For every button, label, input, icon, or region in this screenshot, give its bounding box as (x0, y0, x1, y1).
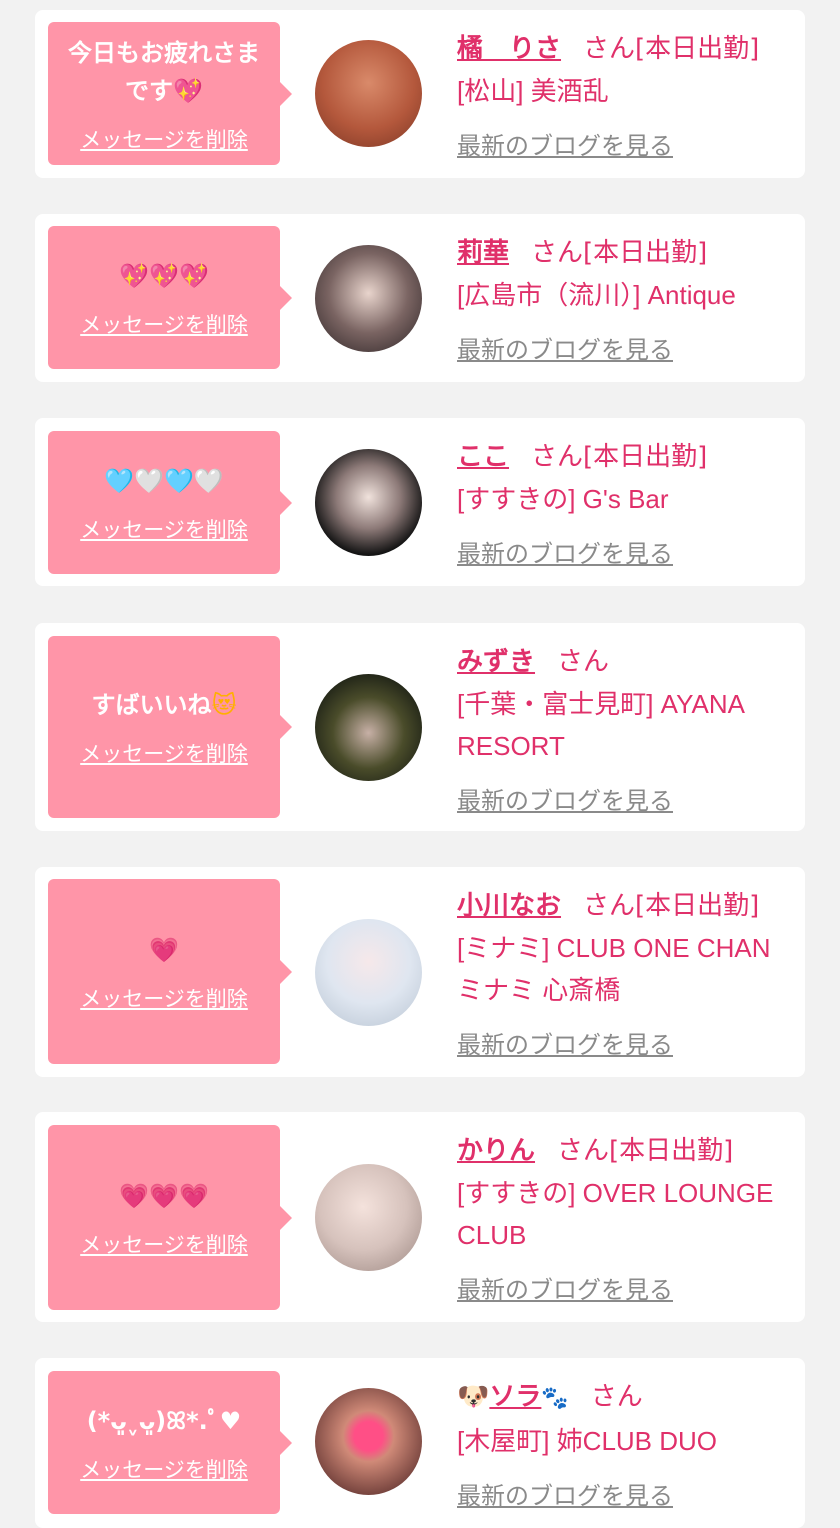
message-card: 💖💖💖 メッセージを削除 莉華 さん[本日出勤] [広島市（流川）] Antiqu… (35, 214, 805, 382)
shop-label: [木屋町] 姉CLUB DUO (457, 1426, 718, 1456)
message-bubble: 🩵🤍🩵🤍 メッセージを削除 (48, 431, 292, 574)
name-line: 莉華 さん[本日出勤] (457, 232, 793, 274)
shop-label: [すすきの] OVER LOUNGE CLUB (457, 1178, 774, 1250)
delete-message-link[interactable]: メッセージを削除 (80, 1229, 248, 1259)
message-text-body: (*ᴗ͈ˬᴗ͈)ꕤ*.ﾟ (86, 1406, 220, 1435)
san-label: さん (531, 442, 584, 472)
san-label: さん (583, 34, 636, 64)
message-bubble: 💗 メッセージを削除 (48, 879, 292, 1064)
message-card: (*ᴗ͈ˬᴗ͈)ꕤ*.ﾟ♥ メッセージを削除 🐶ソラ🐾 さん [木屋町] 姉CLU… (35, 1358, 805, 1528)
heart-icon: ♥ (219, 1406, 242, 1435)
pink-heart-icon: 💗💗💗 (119, 1181, 209, 1210)
avatar[interactable] (315, 674, 422, 781)
cast-info: 🐶ソラ🐾 さん [木屋町] 姉CLUB DUO 最新のブログを見る (457, 1376, 793, 1511)
cast-name-link[interactable]: 小川なお (457, 891, 561, 921)
message-card: 💗 メッセージを削除 小川なお さん[本日出勤] [ミナミ] CLUB ONE C… (35, 867, 805, 1077)
avatar[interactable] (315, 1388, 422, 1495)
message-text: (*ᴗ͈ˬᴗ͈)ꕤ*.ﾟ♥ (87, 1402, 242, 1440)
message-text-body: すばいいね (91, 691, 212, 719)
message-card: 💗💗💗 メッセージを削除 かりん さん[本日出勤] [すすきの] OVER LOU… (35, 1112, 805, 1322)
cast-name-link[interactable]: かりん (457, 1136, 535, 1166)
latest-blog-link[interactable]: 最新のブログを見る (457, 1476, 673, 1511)
cast-info: 莉華 さん[本日出勤] [広島市（流川）] Antique 最新のブログを見る (457, 232, 793, 365)
message-card: すばいいね😻 メッセージを削除 みずき さん [千葉・富士見町] AYANA RE… (35, 623, 805, 831)
latest-blog-link[interactable]: 最新のブログを見る (457, 781, 673, 816)
shop-label: [すすきの] G's Bar (457, 484, 669, 514)
shop-label: [ミナミ] CLUB ONE CHAN ミナミ 心斎橋 (457, 933, 771, 1005)
sparkling-heart-icon: 💖 (173, 76, 203, 105)
message-text: 💗💗💗 (119, 1177, 209, 1215)
message-bubble: すばいいね😻 メッセージを削除 (48, 636, 292, 818)
latest-blog-link[interactable]: 最新のブログを見る (457, 330, 673, 365)
san-label: さん (531, 238, 584, 268)
message-bubble: 今日もお疲れさまです💖 メッセージを削除 (48, 22, 292, 165)
shop-label: [千葉・富士見町] AYANA RESORT (457, 689, 744, 761)
status-label: [本日出勤] (635, 891, 760, 921)
heart-eyes-cat-icon: 😻 (211, 691, 237, 719)
delete-message-link[interactable]: メッセージを削除 (80, 514, 248, 544)
status-label: [本日出勤] (635, 34, 760, 64)
sparkling-heart-icon: 💖💖💖 (119, 261, 209, 290)
message-text: 🩵🤍🩵🤍 (104, 462, 224, 500)
message-text: 💖💖💖 (119, 257, 209, 295)
cast-info: 橘 りさ さん[本日出勤] [松山] 美酒乱 最新のブログを見る (457, 28, 793, 161)
name-line: 🐶ソラ🐾 さん (457, 1376, 793, 1420)
avatar[interactable] (315, 245, 422, 352)
avatar[interactable] (315, 40, 422, 147)
name-line: ここ さん[本日出勤] (457, 436, 793, 478)
avatar[interactable] (315, 1164, 422, 1271)
message-list: 今日もお疲れさまです💖 メッセージを削除 橘 りさ さん[本日出勤] [松山] 美… (0, 0, 840, 1528)
name-line: 小川なお さん[本日出勤] (457, 885, 793, 927)
cast-name-link[interactable]: ここ (457, 442, 509, 472)
cast-info: 小川なお さん[本日出勤] [ミナミ] CLUB ONE CHAN ミナミ 心斎橋… (457, 885, 793, 1060)
message-card: 🩵🤍🩵🤍 メッセージを削除 ここ さん[本日出勤] [すすきの] G's Bar … (35, 418, 805, 586)
name-line: 橘 りさ さん[本日出勤] (457, 28, 793, 70)
cast-name-link[interactable]: みずき (457, 647, 535, 677)
name-line: かりん さん[本日出勤] (457, 1130, 793, 1172)
delete-message-link[interactable]: メッセージを削除 (80, 309, 248, 339)
delete-message-link[interactable]: メッセージを削除 (80, 1454, 248, 1484)
name-line: みずき さん (457, 641, 793, 683)
message-bubble: 💖💖💖 メッセージを削除 (48, 226, 292, 369)
san-label: さん (590, 1382, 643, 1412)
status-label: [本日出勤] (583, 442, 708, 472)
cast-info: かりん さん[本日出勤] [すすきの] OVER LOUNGE CLUB 最新のブ… (457, 1130, 793, 1305)
message-bubble: 💗💗💗 メッセージを削除 (48, 1125, 292, 1310)
latest-blog-link[interactable]: 最新のブログを見る (457, 1270, 673, 1305)
san-label: さん (557, 647, 610, 677)
delete-message-link[interactable]: メッセージを削除 (80, 124, 248, 154)
status-label: [本日出勤] (609, 1136, 734, 1166)
shop-label: [松山] 美酒乱 (457, 76, 609, 106)
cast-name-link[interactable]: 橘 りさ (457, 34, 561, 64)
message-text: 💗 (149, 931, 179, 969)
latest-blog-link[interactable]: 最新のブログを見る (457, 1025, 673, 1060)
cast-info: みずき さん [千葉・富士見町] AYANA RESORT 最新のブログを見る (457, 641, 793, 816)
avatar[interactable] (315, 449, 422, 556)
latest-blog-link[interactable]: 最新のブログを見る (457, 534, 673, 569)
pink-heart-icon: 💗 (149, 935, 179, 964)
message-text-body: 今日もお疲れさまです (68, 38, 260, 105)
delete-message-link[interactable]: メッセージを削除 (80, 983, 248, 1013)
light-blue-heart-icon: 🩵🤍🩵🤍 (104, 466, 224, 495)
san-label: さん (583, 891, 636, 921)
message-card: 今日もお疲れさまです💖 メッセージを削除 橘 りさ さん[本日出勤] [松山] 美… (35, 10, 805, 178)
cast-name-link[interactable]: 莉華 (457, 238, 509, 268)
shop-label: [広島市（流川）] Antique (457, 280, 736, 310)
avatar[interactable] (315, 919, 422, 1026)
cast-info: ここ さん[本日出勤] [すすきの] G's Bar 最新のブログを見る (457, 436, 793, 569)
latest-blog-link[interactable]: 最新のブログを見る (457, 126, 673, 161)
message-bubble: (*ᴗ͈ˬᴗ͈)ꕤ*.ﾟ♥ メッセージを削除 (48, 1371, 292, 1514)
message-text: すばいいね😻 (91, 686, 236, 724)
dog-face-icon: 🐶 (457, 1382, 490, 1412)
cast-name-link[interactable]: ソラ (489, 1382, 541, 1412)
san-label: さん (557, 1136, 610, 1166)
message-text: 今日もお疲れさまです💖 (60, 34, 268, 110)
paw-prints-icon: 🐾 (541, 1386, 569, 1411)
delete-message-link[interactable]: メッセージを削除 (80, 738, 248, 768)
status-label: [本日出勤] (583, 238, 708, 268)
